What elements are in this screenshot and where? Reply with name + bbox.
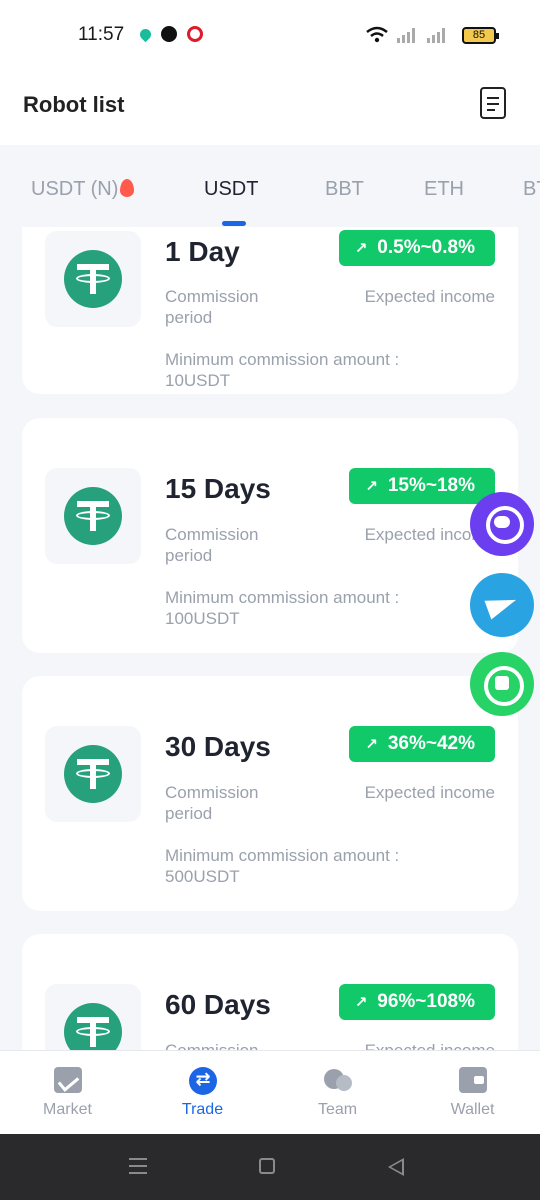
- signal-indicators: [366, 26, 448, 44]
- tether-icon: [64, 487, 122, 545]
- signal-icon: [397, 28, 415, 43]
- nav-market[interactable]: Market: [0, 1051, 135, 1135]
- support-icon[interactable]: [470, 492, 534, 556]
- nav-label: Market: [43, 1101, 92, 1118]
- expected-income-label: Expected income: [364, 783, 495, 802]
- tab-bbt[interactable]: BBT: [325, 178, 364, 201]
- active-tab-indicator: [222, 221, 246, 226]
- nav-label: Wallet: [450, 1101, 495, 1118]
- commission-period-label: Commission period: [165, 287, 259, 327]
- robot-card[interactable]: 30 Days ↗ 36%~42% Commission period Expec…: [22, 676, 518, 911]
- income-badge: ↗ 15%~18%: [349, 468, 495, 504]
- robot-card[interactable]: 60 Days ↗96%~108% Commission period Expe…: [22, 934, 518, 1050]
- drop-icon: [137, 26, 154, 43]
- document-icon[interactable]: [480, 87, 506, 119]
- tab-bt[interactable]: BT: [523, 178, 540, 201]
- nav-label: Team: [317, 1101, 358, 1118]
- tether-icon: [64, 1003, 122, 1050]
- robot-period: 60 Days: [165, 989, 271, 1020]
- robot-period: 15 Days: [165, 473, 271, 504]
- arrow-up-right-icon: ↗: [354, 240, 368, 257]
- tether-logo: [45, 468, 141, 564]
- income-badge: ↗ 36%~42%: [349, 726, 495, 762]
- income-badge: ↗ 96%~108%: [338, 984, 495, 1020]
- nav-team[interactable]: Team: [270, 1051, 405, 1135]
- robot-period: 30 Days: [165, 731, 271, 762]
- wifi-icon: [366, 26, 388, 43]
- nav-trade[interactable]: Trade: [135, 1051, 270, 1135]
- whatsapp-icon[interactable]: [470, 652, 534, 716]
- commission-period-label: Commission period: [165, 525, 259, 565]
- tab-usdt[interactable]: USDT: [204, 178, 258, 201]
- robot-card[interactable]: 1 Day ↗ 0.5%~0.8% Commission period Expec…: [22, 227, 518, 394]
- expected-income-label: Expected income: [364, 287, 495, 306]
- red-circle-icon: [187, 26, 203, 42]
- status-app-icons: [137, 26, 203, 43]
- arrow-up-right-icon: ↗: [365, 478, 378, 495]
- income-badge: ↗ 0.5%~0.8%: [338, 230, 495, 266]
- flame-icon: [120, 179, 135, 197]
- tab-usdt-n[interactable]: USDT (N): [31, 178, 135, 201]
- back-icon[interactable]: [388, 1158, 404, 1176]
- nav-wallet[interactable]: Wallet: [405, 1051, 540, 1135]
- wallet-icon: [459, 1067, 487, 1093]
- minimum-amount: Minimum commission amount : 100USDT: [165, 588, 400, 628]
- nav-label: Trade: [181, 1101, 224, 1118]
- menu-icon[interactable]: [129, 1158, 147, 1174]
- minimum-amount: Minimum commission amount : 10USDT: [165, 350, 400, 390]
- status-bar: 11:57 85: [0, 0, 540, 70]
- trade-exchange-icon: [189, 1067, 217, 1095]
- battery-icon: 85: [462, 27, 499, 44]
- robot-list: 1 Day ↗ 0.5%~0.8% Commission period Expec…: [0, 227, 540, 1050]
- commission-period-label: Commission period: [165, 1040, 295, 1050]
- expected-income-label: Expected income: [365, 1040, 495, 1050]
- arrow-up-right-icon: ↗: [365, 736, 378, 753]
- tether-icon: [64, 745, 122, 803]
- minimum-amount: Minimum commission amount : 500USDT: [165, 846, 400, 886]
- page-title: Robot list: [23, 92, 125, 117]
- page-header: Robot list: [0, 70, 540, 145]
- home-icon[interactable]: [259, 1158, 275, 1174]
- market-chart-icon: [54, 1067, 82, 1093]
- tether-icon: [64, 250, 122, 308]
- coin-tabs: USDT (N) USDT BBT ETH BT: [0, 145, 540, 227]
- commission-period-label: Commission period: [165, 783, 259, 823]
- tether-logo: [45, 726, 141, 822]
- tether-logo: [45, 231, 141, 327]
- status-time: 11:57: [78, 24, 125, 45]
- robot-period: 1 Day: [165, 236, 240, 267]
- robot-card[interactable]: 15 Days ↗ 15%~18% Commission period Expec…: [22, 418, 518, 653]
- arrow-up-right-icon: ↗: [354, 994, 368, 1011]
- telegram-icon[interactable]: [470, 573, 534, 637]
- tether-logo: [45, 984, 141, 1050]
- system-nav-bar: [0, 1134, 540, 1200]
- team-icon: [324, 1067, 352, 1093]
- tab-eth[interactable]: ETH: [424, 178, 464, 201]
- messenger-icon: [161, 26, 177, 42]
- bottom-nav: Market Trade Team Wallet: [0, 1050, 540, 1134]
- signal-icon-2: [427, 28, 445, 43]
